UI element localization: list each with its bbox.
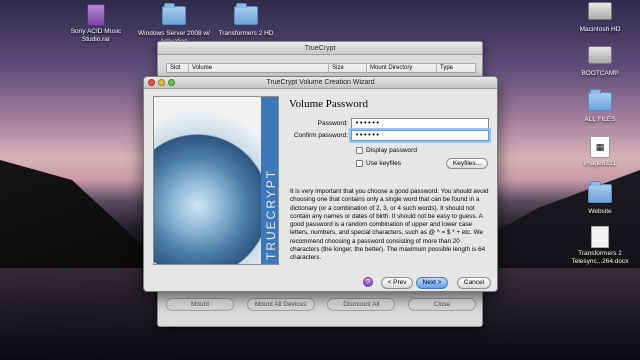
- password-row: Password: ••••••: [289, 118, 489, 129]
- hard-disk-icon: [588, 46, 612, 64]
- desktop-icon-sony-acid[interactable]: Sony ACID Music Studio.rar: [56, 4, 136, 44]
- column-type[interactable]: Type: [437, 64, 475, 72]
- confirm-password-row: Confirm password: ••••••: [289, 130, 489, 141]
- rar-archive-icon: [87, 4, 105, 26]
- desktop-icon-image6331[interactable]: ▦ image6331: [560, 136, 640, 168]
- wizard-banner-image: TRUECRYPT: [153, 96, 279, 265]
- password-field[interactable]: ••••••: [351, 118, 489, 129]
- display-password-option[interactable]: Display password: [356, 147, 417, 154]
- minimize-window-icon[interactable]: [158, 79, 165, 86]
- password-label: Password:: [317, 120, 348, 127]
- confirm-password-field[interactable]: ••••••: [351, 130, 489, 141]
- desktop-icon-label: Macintosh HD: [579, 26, 621, 33]
- desktop-icon-transformers-docx[interactable]: Transformers 2 Telesync...264.docx: [560, 226, 640, 266]
- folder-icon: [162, 3, 186, 25]
- keyfiles-button[interactable]: Keyfiles...: [446, 158, 488, 169]
- use-keyfiles-option[interactable]: Use keyfiles: [356, 160, 401, 167]
- column-volume[interactable]: Volume: [189, 64, 329, 72]
- desktop-icon-macintosh-hd[interactable]: Macintosh HD: [560, 2, 640, 34]
- image-file-icon: ▦: [590, 136, 610, 158]
- display-password-checkbox[interactable]: [356, 147, 363, 154]
- desktop-icon-windows-server[interactable]: Windows Server 2008 w/ activation: [134, 3, 214, 46]
- cancel-button[interactable]: Cancel: [457, 277, 491, 289]
- column-size[interactable]: Size: [329, 64, 367, 72]
- desktop-icon-label: Website: [588, 208, 612, 215]
- use-keyfiles-checkbox[interactable]: [356, 160, 363, 167]
- desktop-icon-all-files[interactable]: ALL FILES: [560, 89, 640, 124]
- brand-logo-text: TRUECRYPT: [264, 168, 278, 260]
- column-slot[interactable]: Slot: [167, 64, 189, 72]
- folder-icon: [588, 181, 612, 203]
- page-title: Volume Password: [289, 98, 368, 110]
- folder-icon: [234, 3, 258, 25]
- zoom-window-icon[interactable]: [168, 79, 175, 86]
- desktop-icon-label: Transformers 2 HD: [218, 30, 274, 37]
- docx-file-icon: [591, 226, 609, 248]
- folder-icon: [588, 89, 612, 111]
- desktop-icon-transformers-hd[interactable]: Transformers 2 HD: [206, 3, 286, 38]
- dismount-all-button[interactable]: Dismount All: [327, 298, 396, 311]
- desktop-icon-label: Sony ACID Music Studio.rar: [70, 28, 122, 43]
- desktop-icon-website[interactable]: Website: [560, 181, 640, 216]
- column-mount-directory[interactable]: Mount Directory: [367, 64, 437, 72]
- mount-button[interactable]: Mount: [166, 298, 234, 311]
- help-button[interactable]: ?: [363, 277, 373, 287]
- password-guidance-text: It is very important that you choose a g…: [290, 188, 489, 262]
- desktop-icon-label: BOOTCAMP: [581, 70, 619, 77]
- desktop-icon-label: Transformers 2 Telesync...264.docx: [571, 250, 629, 265]
- wizard-titlebar: TrueCrypt Volume Creation Wizard: [144, 77, 497, 89]
- main-window-buttons: Mount Mount All Devices Dismount All Clo…: [166, 298, 476, 314]
- next-button[interactable]: Next >: [416, 277, 448, 289]
- hard-disk-icon: [588, 2, 612, 20]
- display-password-label: Display password: [366, 147, 417, 154]
- main-window-title: TrueCrypt: [158, 42, 482, 55]
- prev-button[interactable]: < Prev: [381, 277, 413, 289]
- close-window-icon[interactable]: [148, 79, 155, 86]
- close-main-button[interactable]: Close: [407, 298, 476, 311]
- desktop-icon-bootcamp[interactable]: BOOTCAMP: [560, 46, 640, 78]
- mount-all-devices-button[interactable]: Mount All Devices: [246, 298, 315, 311]
- volume-creation-wizard: TrueCrypt Volume Creation Wizard TRUECRY…: [143, 76, 498, 292]
- wizard-title: TrueCrypt Volume Creation Wizard: [266, 79, 375, 86]
- confirm-password-label: Confirm password:: [293, 132, 348, 139]
- desktop-icon-label: image6331: [583, 160, 617, 167]
- window-controls: [148, 79, 175, 86]
- use-keyfiles-label: Use keyfiles: [366, 160, 402, 167]
- desktop-icon-label: ALL FILES: [584, 116, 616, 123]
- volume-list-header: Slot Volume Size Mount Directory Type: [166, 63, 476, 73]
